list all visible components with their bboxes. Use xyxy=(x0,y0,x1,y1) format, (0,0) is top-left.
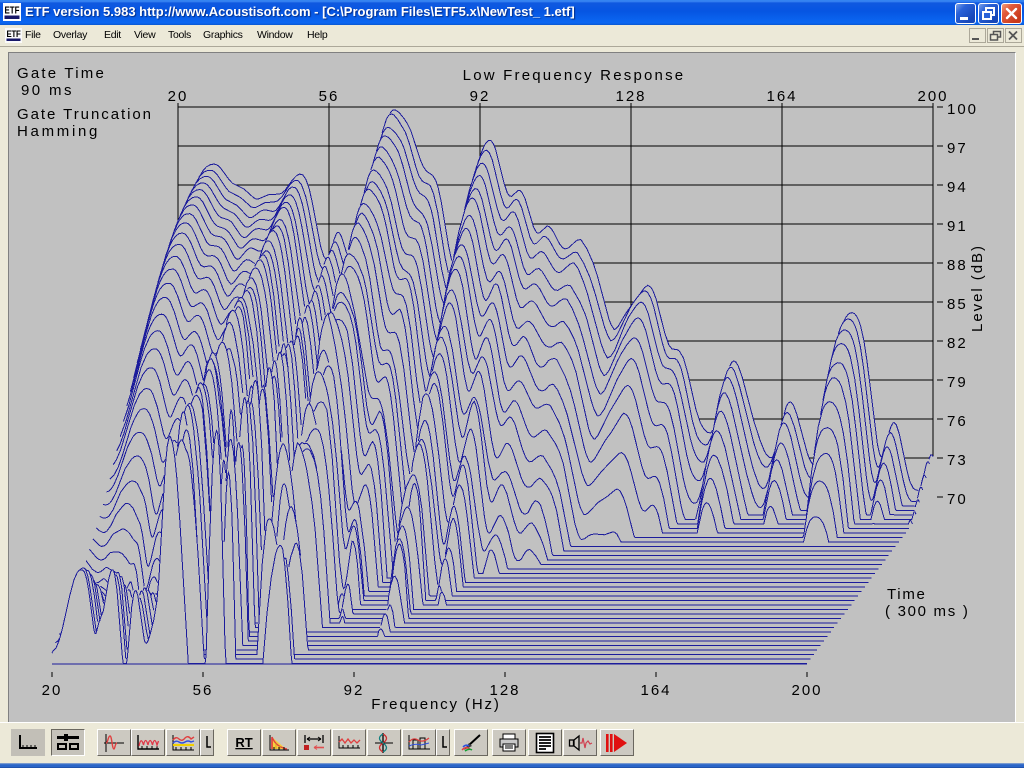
svg-text:164: 164 xyxy=(640,682,671,699)
svg-text:92: 92 xyxy=(470,88,491,105)
svg-text:94: 94 xyxy=(947,179,968,196)
svg-text:128: 128 xyxy=(615,88,646,105)
svg-text:Time: Time xyxy=(887,586,927,603)
svg-text:20: 20 xyxy=(168,88,189,105)
svg-text:200: 200 xyxy=(917,88,948,105)
svg-text:Gate Time: Gate Time xyxy=(17,65,106,82)
svg-text:164: 164 xyxy=(766,88,797,105)
svg-text:20: 20 xyxy=(42,682,63,699)
svg-text:90 ms: 90 ms xyxy=(21,82,74,99)
svg-text:92: 92 xyxy=(344,682,365,699)
svg-text:200: 200 xyxy=(791,682,822,699)
svg-text:73: 73 xyxy=(947,452,968,469)
svg-text:ETF: ETF xyxy=(5,5,20,17)
svg-text:100: 100 xyxy=(947,101,978,118)
svg-text:Gate Truncation: Gate Truncation xyxy=(17,106,153,123)
svg-text:ETF: ETF xyxy=(7,29,21,40)
svg-text:79: 79 xyxy=(947,374,968,391)
svg-text:97: 97 xyxy=(947,140,968,157)
svg-text:RT: RT xyxy=(235,735,252,750)
svg-text:Level (dB): Level (dB) xyxy=(969,244,986,332)
svg-text:76: 76 xyxy=(947,413,968,430)
svg-text:91: 91 xyxy=(947,218,968,235)
svg-text:56: 56 xyxy=(319,88,340,105)
svg-text:88: 88 xyxy=(947,257,968,274)
svg-text:( 300 ms ): ( 300 ms ) xyxy=(885,603,970,620)
svg-text:Low Frequency Response: Low Frequency Response xyxy=(463,67,686,84)
svg-text:82: 82 xyxy=(947,335,968,352)
svg-text:Hamming: Hamming xyxy=(17,123,100,140)
svg-text:85: 85 xyxy=(947,296,968,313)
svg-text:56: 56 xyxy=(193,682,214,699)
svg-text:Frequency (Hz): Frequency (Hz) xyxy=(371,696,501,713)
svg-text:70: 70 xyxy=(947,491,968,508)
